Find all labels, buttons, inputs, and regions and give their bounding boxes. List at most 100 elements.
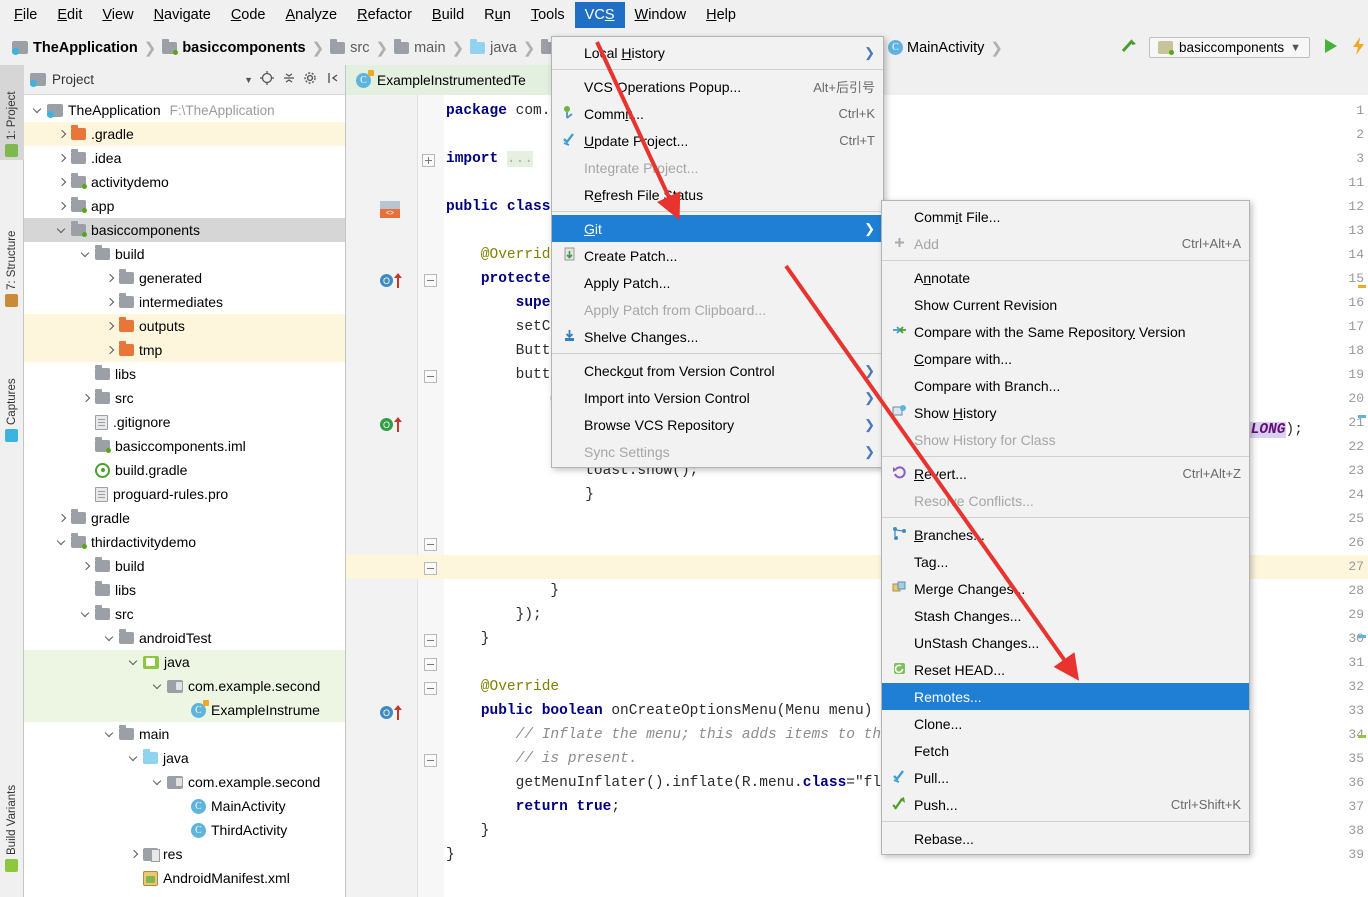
breadcrumb-item-basiccomponents[interactable]: basiccomponents: [158, 38, 309, 56]
hide-icon[interactable]: [325, 70, 341, 89]
build-icon[interactable]: [1119, 36, 1139, 59]
menu-file[interactable]: File: [4, 2, 47, 28]
chevron-down-icon[interactable]: [152, 776, 165, 789]
menu-item-browse-vcs-repository[interactable]: Browse VCS Repository ❯: [552, 411, 883, 438]
tree-node-exampleinstrume[interactable]: C ExampleInstrume: [24, 698, 345, 722]
collapse-fold-icon[interactable]: [424, 562, 437, 575]
chevron-right-icon[interactable]: [104, 296, 117, 309]
breadcrumb-item-theapplication[interactable]: TheApplication: [8, 40, 142, 56]
menu-item-apply-patch[interactable]: Apply Patch...: [552, 269, 883, 296]
menu-item-rebase[interactable]: Rebase...: [882, 825, 1249, 852]
tree-node-app[interactable]: app: [24, 194, 345, 218]
menu-item-vcs-operations-popup[interactable]: VCS Operations Popup... Alt+后引号: [552, 73, 883, 100]
menu-tools[interactable]: Tools: [521, 2, 575, 28]
tree-node-src[interactable]: src: [24, 386, 345, 410]
tree-node-gradle[interactable]: gradle: [24, 506, 345, 530]
gear-icon[interactable]: [303, 70, 319, 89]
menu-vcs[interactable]: VCS: [574, 2, 625, 28]
expand-fold-icon[interactable]: [422, 154, 435, 167]
run-configuration-selector[interactable]: basiccomponents ▼: [1149, 37, 1310, 58]
tree-node-libs[interactable]: libs: [24, 362, 345, 386]
tree-node-basiccomponents.iml[interactable]: basiccomponents.iml: [24, 434, 345, 458]
tree-node-thirdactivity[interactable]: C ThirdActivity: [24, 818, 345, 842]
chevron-right-icon[interactable]: [56, 512, 69, 525]
chevron-down-icon[interactable]: [104, 632, 117, 645]
tree-node-thirdactivitydemo[interactable]: thirdactivitydemo: [24, 530, 345, 554]
chevron-down-icon[interactable]: [152, 680, 165, 693]
tree-node-build[interactable]: build: [24, 242, 345, 266]
tree-node-main[interactable]: main: [24, 722, 345, 746]
menu-item-compare-with-branch[interactable]: Compare with Branch...: [882, 372, 1249, 399]
git-submenu[interactable]: Commit File... Add Ctrl+Alt+A Annotate Show …: [881, 200, 1250, 855]
menu-item-stash-changes[interactable]: Stash Changes...: [882, 602, 1249, 629]
tree-node-generated[interactable]: generated: [24, 266, 345, 290]
override-marker-icon[interactable]: O: [380, 417, 406, 433]
menu-run[interactable]: Run: [474, 2, 521, 28]
target-icon[interactable]: [259, 70, 275, 89]
menu-navigate[interactable]: Navigate: [144, 2, 221, 28]
menu-item-show-current-revision[interactable]: Show Current Revision: [882, 291, 1249, 318]
debug-icon[interactable]: [1350, 36, 1368, 59]
chevron-down-icon[interactable]: [56, 536, 69, 549]
menu-item-update-project[interactable]: Update Project... Ctrl+T: [552, 127, 883, 154]
collapse-all-icon[interactable]: [281, 70, 297, 89]
menu-refactor[interactable]: Refactor: [347, 2, 422, 28]
tree-node-.gitignore[interactable]: .gitignore: [24, 410, 345, 434]
menu-item-shelve-changes[interactable]: Shelve Changes...: [552, 323, 883, 350]
menu-item-refresh-file-status[interactable]: Refresh File Status: [552, 181, 883, 208]
chevron-down-icon[interactable]: [32, 104, 45, 117]
menu-item-annotate[interactable]: Annotate: [882, 264, 1249, 291]
menu-item-create-patch[interactable]: Create Patch...: [552, 242, 883, 269]
chevron-right-icon[interactable]: [56, 176, 69, 189]
collapse-fold-icon[interactable]: [424, 274, 437, 287]
menu-item-import-into-version-control[interactable]: Import into Version Control ❯: [552, 384, 883, 411]
chevron-down-icon[interactable]: [128, 656, 141, 669]
layout-resource-marker-icon[interactable]: <>: [380, 201, 406, 218]
override-marker-icon[interactable]: O: [380, 273, 406, 289]
tree-node-build[interactable]: build: [24, 554, 345, 578]
menu-item-branches[interactable]: Branches...: [882, 521, 1249, 548]
tree-node-androidmanifest.xml[interactable]: AndroidManifest.xml: [24, 866, 345, 890]
chevron-down-icon[interactable]: [80, 248, 93, 261]
menu-view[interactable]: View: [92, 2, 143, 28]
collapse-fold-icon[interactable]: [424, 370, 437, 383]
menu-item-remotes[interactable]: Remotes...: [882, 683, 1249, 710]
breadcrumb-class-segment[interactable]: C MainActivity ❯: [888, 39, 1005, 57]
menu-item-fetch[interactable]: Fetch: [882, 737, 1249, 764]
tree-node-intermediates[interactable]: intermediates: [24, 290, 345, 314]
chevron-down-icon[interactable]: ▼: [244, 75, 253, 85]
menu-build[interactable]: Build: [422, 2, 474, 28]
menu-item-reset-head[interactable]: Reset HEAD...: [882, 656, 1249, 683]
chevron-down-icon[interactable]: [104, 728, 117, 741]
tree-node-com.example.second[interactable]: com.example.second: [24, 770, 345, 794]
tree-node-outputs[interactable]: outputs: [24, 314, 345, 338]
vcs-menu[interactable]: Local History ❯ VCS Operations Popup... Alt…: [551, 36, 884, 468]
collapse-fold-icon[interactable]: [424, 634, 437, 647]
tree-node-libs[interactable]: libs: [24, 578, 345, 602]
menu-code[interactable]: Code: [221, 2, 276, 28]
tree-node-build.gradle[interactable]: build.gradle: [24, 458, 345, 482]
chevron-down-icon[interactable]: [56, 224, 69, 237]
tree-node-tmp[interactable]: tmp: [24, 338, 345, 362]
tree-node-basiccomponents[interactable]: basiccomponents: [24, 218, 345, 242]
menu-item-compare-with[interactable]: Compare with...: [882, 345, 1249, 372]
tree-node-com.example.second[interactable]: com.example.second: [24, 674, 345, 698]
tool-window-captures[interactable]: Captures: [0, 355, 24, 445]
chevron-right-icon[interactable]: [80, 560, 93, 573]
menu-item-revert[interactable]: Revert... Ctrl+Alt+Z: [882, 460, 1249, 487]
chevron-down-icon[interactable]: [80, 608, 93, 621]
breadcrumb-item-main[interactable]: main: [390, 38, 449, 56]
menu-window[interactable]: Window: [625, 2, 697, 28]
tree-node-theapplication[interactable]: TheApplication F:\TheApplication: [24, 98, 345, 122]
tree-node-activitydemo[interactable]: activitydemo: [24, 170, 345, 194]
menu-analyze[interactable]: Analyze: [276, 2, 348, 28]
chevron-right-icon[interactable]: [104, 320, 117, 333]
tree-node-.gradle[interactable]: .gradle: [24, 122, 345, 146]
tool-window-build-variants[interactable]: Build Variants: [0, 755, 24, 875]
editor-tab-example-instrumented-test[interactable]: C ExampleInstrumentedTe: [346, 65, 551, 95]
menu-item-checkout-from-version-control[interactable]: Checkout from Version Control ❯: [552, 357, 883, 384]
collapse-fold-icon[interactable]: [424, 658, 437, 671]
chevron-down-icon[interactable]: [128, 752, 141, 765]
tree-node-androidtest[interactable]: androidTest: [24, 626, 345, 650]
chevron-right-icon[interactable]: [104, 344, 117, 357]
